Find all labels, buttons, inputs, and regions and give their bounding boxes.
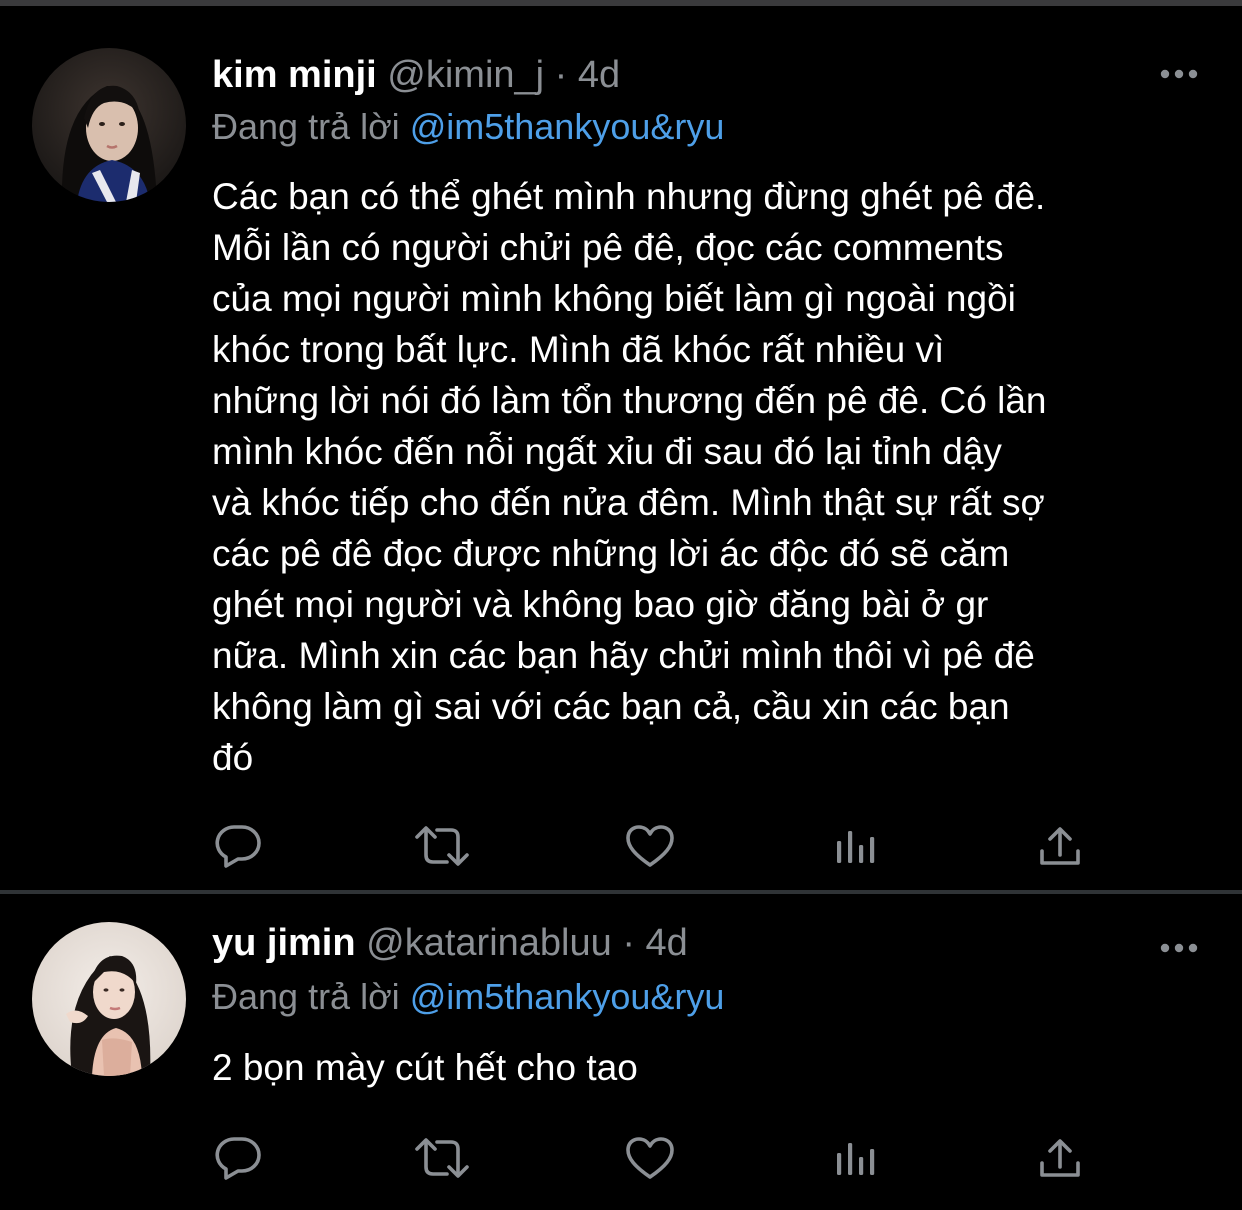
retweet-icon bbox=[415, 826, 469, 866]
replying-to: Đang trả lời @im5thankyou&ryu bbox=[212, 104, 724, 150]
bar-chart-icon bbox=[837, 1143, 875, 1175]
replying-to-label: Đang trả lời bbox=[212, 976, 400, 1017]
replying-to: Đang trả lời @im5thankyou&ryu bbox=[212, 974, 724, 1020]
tweet-text: 2 bọn mày cút hết cho tao bbox=[212, 1047, 638, 1088]
view-stats-button[interactable] bbox=[826, 1128, 886, 1188]
share-button[interactable] bbox=[1030, 816, 1090, 876]
reply-mention-link[interactable]: @im5thankyou&ryu bbox=[410, 106, 725, 147]
display-name[interactable]: yu jimin bbox=[212, 922, 356, 964]
share-upload-icon bbox=[1040, 1139, 1080, 1177]
display-name[interactable]: kim minji bbox=[212, 54, 377, 96]
separator-dot: · bbox=[554, 54, 568, 96]
more-horizontal-icon[interactable] bbox=[1158, 67, 1200, 81]
tweet[interactable]: kim minji @kimin_j · 4d Đang trả lời @im… bbox=[0, 0, 1242, 892]
user-handle[interactable]: @kimin_j bbox=[387, 54, 544, 96]
timestamp[interactable]: 4d bbox=[578, 54, 620, 96]
reply-bubble-icon bbox=[215, 825, 261, 868]
tweet-text: Các bạn có thể ghét mình nhưng đừng ghét… bbox=[212, 176, 1047, 778]
like-button[interactable] bbox=[620, 1128, 680, 1188]
heart-icon bbox=[626, 1137, 674, 1179]
share-upload-icon bbox=[1040, 827, 1080, 865]
tweet[interactable]: yu jimin @katarinabluu · 4d Đang trả lời… bbox=[0, 894, 1242, 1210]
user-handle[interactable]: @katarinabluu bbox=[366, 922, 612, 964]
view-stats-button[interactable] bbox=[826, 816, 886, 876]
retweet-button[interactable] bbox=[412, 816, 472, 876]
tweet-actions bbox=[0, 1128, 1242, 1188]
tweet-header: yu jimin @katarinabluu · 4d bbox=[212, 920, 688, 966]
like-button[interactable] bbox=[620, 816, 680, 876]
reply-button[interactable] bbox=[208, 1128, 268, 1188]
more-horizontal-icon[interactable] bbox=[1158, 941, 1200, 955]
retweet-icon bbox=[415, 1138, 469, 1178]
heart-icon bbox=[626, 825, 674, 867]
avatar[interactable] bbox=[32, 922, 186, 1076]
timestamp[interactable]: 4d bbox=[646, 922, 688, 964]
avatar[interactable] bbox=[32, 48, 186, 202]
retweet-button[interactable] bbox=[412, 1128, 472, 1188]
tweet-actions bbox=[0, 816, 1242, 876]
tweet-header: kim minji @kimin_j · 4d bbox=[212, 52, 620, 98]
bar-chart-icon bbox=[837, 831, 875, 863]
reply-button[interactable] bbox=[208, 816, 268, 876]
replying-to-label: Đang trả lời bbox=[212, 106, 400, 147]
reply-bubble-icon bbox=[215, 1137, 261, 1180]
separator-dot: · bbox=[622, 922, 635, 964]
reply-mention-link[interactable]: @im5thankyou&ryu bbox=[410, 976, 725, 1017]
share-button[interactable] bbox=[1030, 1128, 1090, 1188]
